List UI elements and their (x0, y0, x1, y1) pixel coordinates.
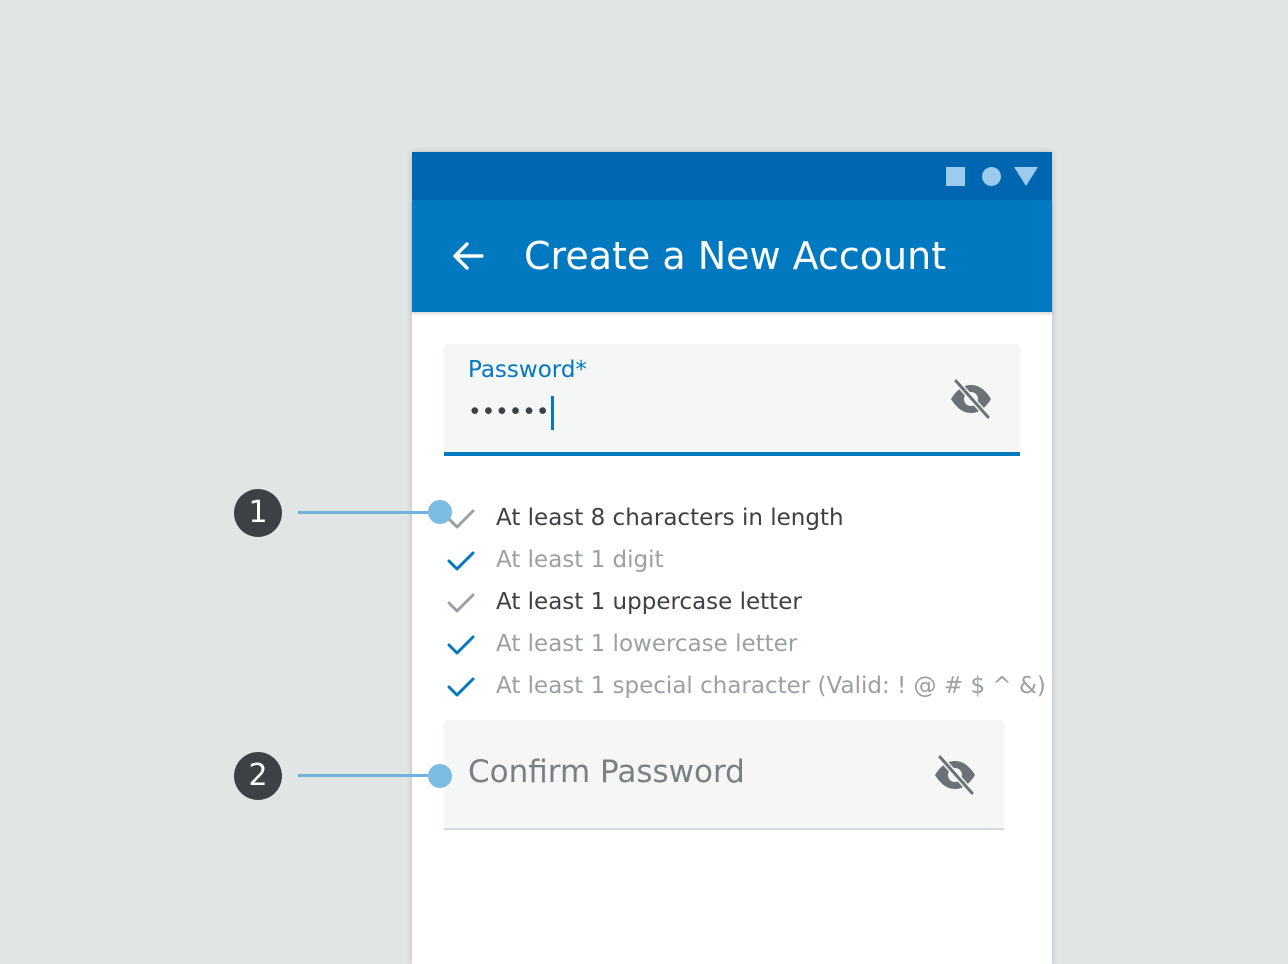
annotation-badge-2: 2 (234, 752, 282, 800)
confirm-password-field[interactable]: Confirm Password (444, 720, 1004, 830)
password-label: Password* (468, 357, 587, 383)
confirm-password-input[interactable]: Confirm Password (468, 754, 745, 790)
requirement-item: At least 1 uppercase letter (446, 581, 1046, 623)
password-input[interactable]: •••••• (468, 396, 555, 430)
app-bar: Create a New Account (412, 200, 1052, 312)
status-bar (412, 152, 1052, 200)
phone-screen: Create a New Account Password* •••••• At… (412, 152, 1052, 964)
eye-off-icon[interactable] (932, 752, 978, 798)
requirement-label: At least 1 digit (496, 547, 664, 573)
arrow-left-icon[interactable] (448, 236, 488, 276)
triangle-icon (1014, 167, 1038, 186)
square-icon (946, 167, 965, 186)
requirement-item: At least 1 lowercase letter (446, 623, 1046, 665)
requirement-item: At least 1 digit (446, 539, 1046, 581)
password-value: •••••• (468, 399, 550, 426)
annotation-line-1 (298, 511, 438, 514)
annotation-line-2 (298, 774, 438, 777)
page-title: Create a New Account (524, 234, 947, 278)
password-field[interactable]: Password* •••••• (444, 344, 1020, 456)
check-icon (447, 677, 475, 697)
check-icon (447, 551, 475, 571)
annotation-badge-1: 1 (234, 489, 282, 537)
text-caret (551, 396, 555, 430)
password-requirements-list: At least 8 characters in length At least… (446, 497, 1046, 707)
requirement-label: At least 1 uppercase letter (496, 589, 802, 615)
requirement-item: At least 8 characters in length (446, 497, 1046, 539)
requirement-label: At least 8 characters in length (496, 505, 844, 531)
eye-off-icon[interactable] (948, 376, 994, 422)
annotation-marker-2 (428, 764, 452, 788)
requirement-label: At least 1 special character (Valid: ! @… (496, 673, 1046, 699)
annotation-marker-1 (428, 500, 452, 524)
requirement-item: At least 1 special character (Valid: ! @… (446, 665, 1046, 707)
requirement-label: At least 1 lowercase letter (496, 631, 798, 657)
check-icon (447, 593, 475, 613)
circle-icon (982, 167, 1001, 186)
check-icon (447, 635, 475, 655)
